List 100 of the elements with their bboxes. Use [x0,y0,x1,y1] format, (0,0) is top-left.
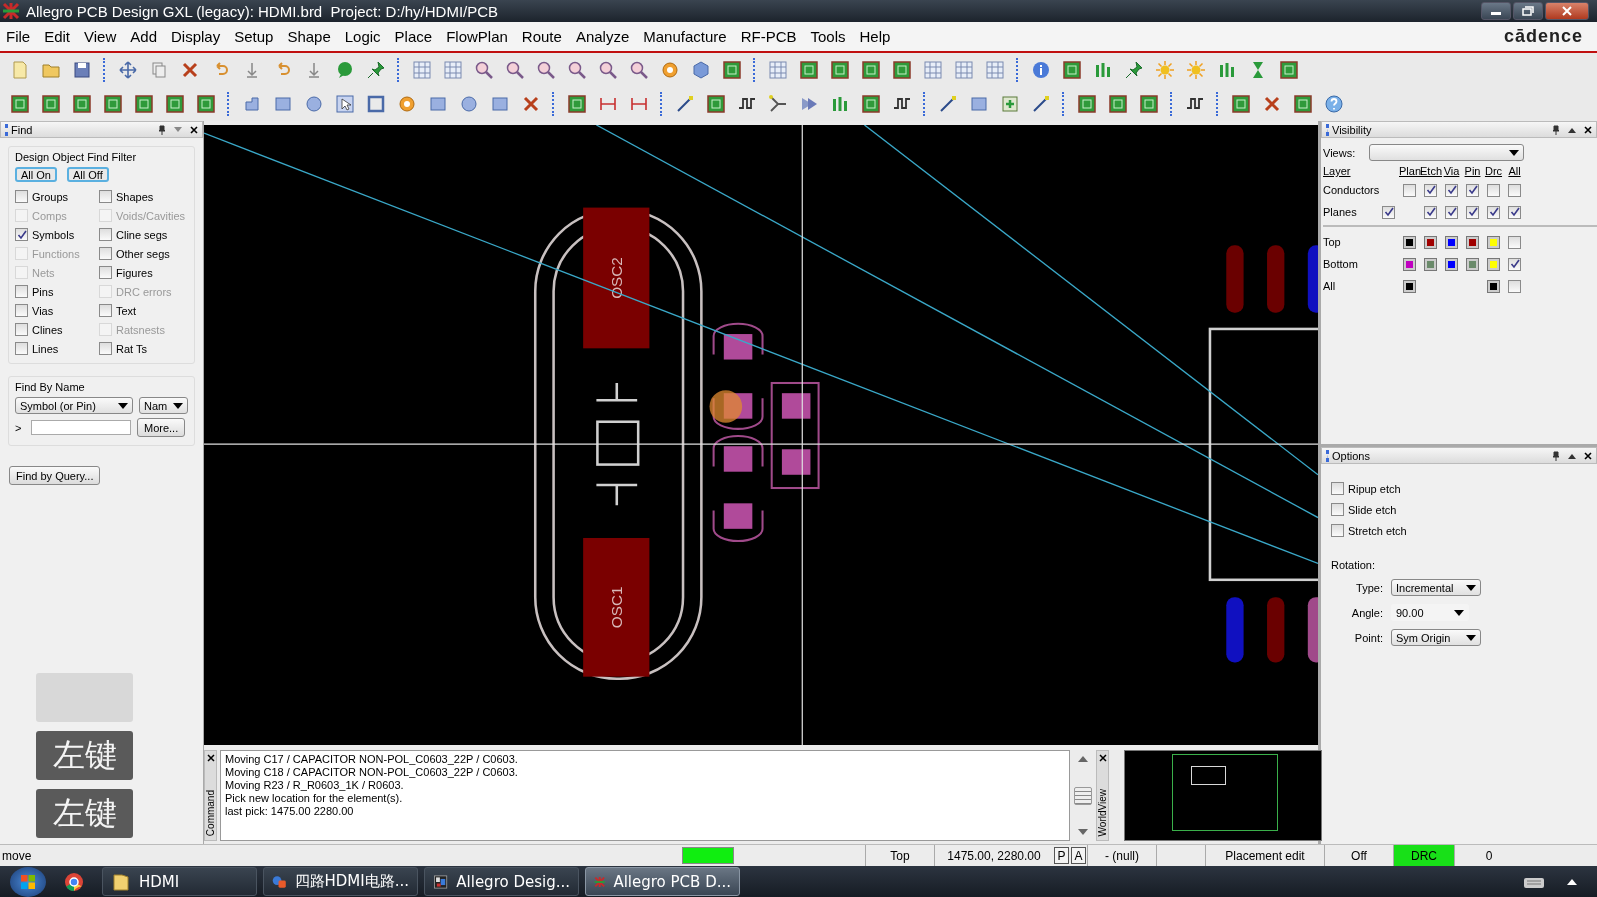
expand-tray-icon[interactable] [1567,878,1577,885]
scroll-up-icon[interactable] [1078,756,1088,762]
board-icon[interactable] [72,94,92,114]
menu-item[interactable]: FlowPlan [446,28,516,45]
checkbox[interactable] [1508,279,1521,293]
magnifier-icon[interactable] [474,60,494,80]
checkbox[interactable] [15,342,28,355]
board-icon[interactable] [10,94,30,114]
column-header[interactable]: Layer [1323,165,1399,177]
menu-item[interactable]: RF-PCB [740,28,805,45]
info-icon[interactable] [1031,60,1051,80]
checkbox[interactable] [1331,524,1344,537]
combo-box[interactable]: 90.00 [1391,604,1469,621]
taskbar-button[interactable]: Allegro PCB D... [585,867,740,896]
pin-icon[interactable] [158,124,166,135]
board-icon[interactable] [1279,60,1299,80]
column-header[interactable]: All [1504,165,1525,177]
taskbar-button[interactable]: 四路HDMI电路... [263,867,418,896]
menu-item[interactable]: Place [394,28,441,45]
square-icon[interactable] [428,94,448,114]
circle-icon[interactable] [459,94,479,114]
checkbox[interactable] [99,228,112,241]
dropdown[interactable]: Incremental [1391,579,1481,596]
pin-icon[interactable] [1552,450,1560,461]
delete-icon[interactable] [521,94,541,114]
board-icon[interactable] [722,60,742,80]
checkbox[interactable] [1508,183,1521,197]
line-icon[interactable] [675,94,695,114]
board-icon[interactable] [103,94,123,114]
square-icon[interactable] [969,94,989,114]
line-icon[interactable] [938,94,958,114]
checkbox[interactable] [15,323,28,336]
circle-icon[interactable] [304,94,324,114]
name-field[interactable] [31,420,131,435]
bars-icon[interactable] [1093,60,1113,80]
board-icon[interactable] [706,94,726,114]
start-button[interactable] [10,866,46,897]
bars-icon[interactable] [1217,60,1237,80]
board-icon[interactable] [1293,94,1313,114]
square-icon[interactable] [273,94,293,114]
delete-icon[interactable] [1262,94,1282,114]
magnifier-icon[interactable] [629,60,649,80]
toggle-button[interactable]: A [1071,847,1086,864]
frame-icon[interactable] [366,94,386,114]
menu-item[interactable]: Help [859,28,899,45]
close-icon[interactable] [1098,754,1107,762]
board-icon[interactable] [799,60,819,80]
move-icon[interactable] [118,60,138,80]
caret-icon[interactable] [1568,452,1576,459]
board-icon[interactable] [134,94,154,114]
checkbox[interactable] [15,285,28,298]
checkbox[interactable] [1424,205,1437,219]
cube-icon[interactable] [691,60,711,80]
checkbox[interactable] [99,304,112,317]
board-icon[interactable] [1139,94,1159,114]
dropdown[interactable]: Sym Origin [1391,629,1481,646]
taskbar-button[interactable]: HDMI [102,867,257,896]
pcb-canvas[interactable]: OSC2 OSC1 [204,125,1318,745]
question-icon[interactable] [1324,94,1344,114]
find-by-query-button[interactable]: Find by Query... [9,466,101,485]
menu-item[interactable]: Analyze [575,28,638,45]
board-icon[interactable] [165,94,185,114]
checkbox[interactable] [1508,205,1521,219]
more-button[interactable]: More... [137,418,186,437]
bars-icon[interactable] [830,94,850,114]
checkbox[interactable] [1466,183,1479,197]
checkbox[interactable] [1445,183,1458,197]
square-icon[interactable] [490,94,510,114]
magnifier-icon[interactable] [567,60,587,80]
board-icon[interactable] [1108,94,1128,114]
checkbox[interactable] [1487,205,1500,219]
world-view[interactable] [1124,750,1322,841]
view-rectangle[interactable] [1191,766,1226,785]
checkbox[interactable] [1466,205,1479,219]
board-icon[interactable] [861,94,881,114]
checkbox[interactable] [1403,183,1416,197]
checkbox[interactable] [1331,482,1344,495]
corner-icon[interactable] [242,94,262,114]
toggle-all-button[interactable]: All Off [66,167,109,182]
board-icon[interactable] [567,94,587,114]
board-icon[interactable] [196,94,216,114]
menu-item[interactable]: Add [130,28,165,45]
board-icon[interactable] [1231,94,1251,114]
menu-item[interactable]: Shape [287,28,339,45]
board-icon[interactable] [861,60,881,80]
scroll-down-icon[interactable] [1078,829,1088,835]
menu-item[interactable]: View [84,28,125,45]
refresh-icon[interactable] [660,60,680,80]
checkbox[interactable] [1424,183,1437,197]
checkbox[interactable] [1382,205,1395,219]
checkbox[interactable] [99,266,112,279]
pin-icon[interactable] [1124,60,1144,80]
refresh-icon[interactable] [397,94,417,114]
menu-item[interactable]: Logic [344,28,389,45]
checkbox[interactable] [99,247,112,260]
menu-item[interactable]: Tools [810,28,854,45]
checkbox[interactable] [99,342,112,355]
column-header[interactable]: Drc [1483,165,1504,177]
magnifier-icon[interactable] [505,60,525,80]
bubble-icon[interactable] [335,60,355,80]
